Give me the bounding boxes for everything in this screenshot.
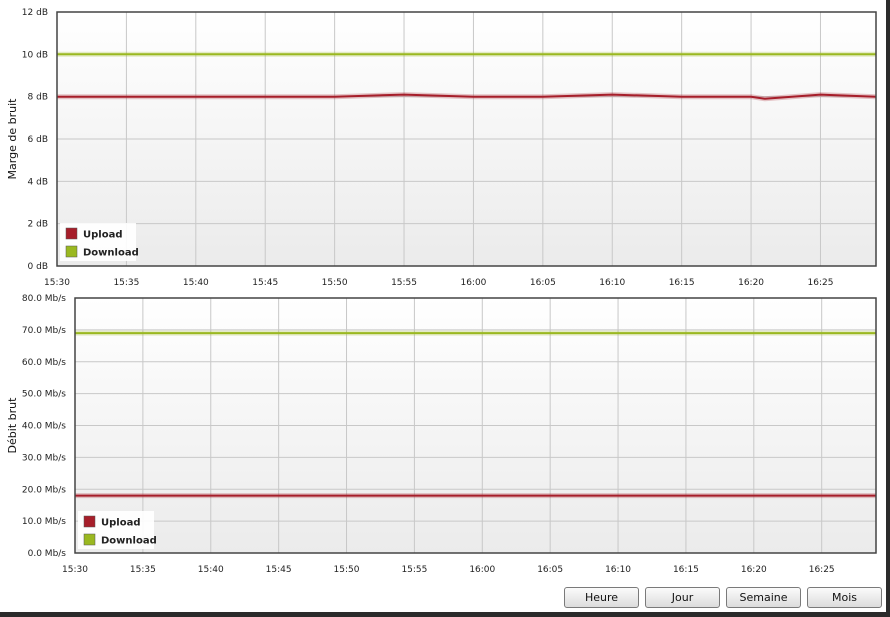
y-tick-label: 80.0 Mb/s (22, 294, 66, 304)
x-tick-label: 15:50 (322, 278, 348, 288)
x-tick-label: 16:15 (673, 565, 699, 575)
bitrate-chart: 0.0 Mb/s 10.0 Mb/s 20.0 Mb/s 30.0 Mb/s 40.0 … (6, 294, 877, 575)
y-tick-label: 40.0 Mb/s (22, 422, 66, 432)
x-tick-label: 16:15 (669, 278, 695, 288)
x-tick-label: 15:30 (44, 278, 70, 288)
x-tick-label: 16:10 (605, 565, 631, 575)
y-axis-label: Marge de bruit (6, 98, 19, 180)
x-tick-label: 16:05 (537, 565, 563, 575)
y-tick-label: 8 dB (28, 93, 48, 103)
y-tick-label: 10.0 Mb/s (22, 517, 66, 527)
y-axis-label: Débit brut (6, 397, 19, 454)
y-tick-label: 30.0 Mb/s (22, 453, 66, 463)
noise-margin-chart: 0 dB 2 dB 4 dB 6 dB 8 dB 10 dB 12 dB 15:30 15:35… (6, 8, 877, 288)
y-tick-label: 60.0 Mb/s (22, 358, 66, 368)
y-tick-label: 0 dB (28, 262, 48, 272)
hour-button[interactable]: Heure (564, 587, 639, 608)
x-tick-label: 15:30 (62, 565, 88, 575)
x-tick-label: 16:10 (599, 278, 625, 288)
x-tick-label: 16:20 (741, 565, 767, 575)
y-tick-label: 12 dB (22, 8, 48, 18)
y-tick-label: 6 dB (28, 135, 48, 145)
x-tick-label: 15:40 (198, 565, 224, 575)
x-tick-label: 16:20 (738, 278, 764, 288)
legend-label: Download (101, 536, 157, 547)
y-tick-label: 2 dB (28, 220, 48, 230)
x-tick-label: 15:45 (252, 278, 278, 288)
legend-label: Upload (83, 230, 122, 241)
x-tick-label: 15:35 (113, 278, 139, 288)
x-tick-label: 15:35 (130, 565, 156, 575)
y-tick-label: 50.0 Mb/s (22, 390, 66, 400)
y-tick-label: 0.0 Mb/s (28, 549, 67, 559)
x-tick-label: 16:25 (809, 565, 835, 575)
y-tick-label: 4 dB (28, 177, 48, 187)
x-tick-label: 15:45 (266, 565, 292, 575)
legend-swatch (65, 245, 78, 258)
y-tick-label: 10 dB (22, 50, 48, 60)
period-button-bar: Heure Jour Semaine Mois (0, 587, 890, 611)
day-button[interactable]: Jour (645, 587, 720, 608)
y-tick-label: 20.0 Mb/s (22, 485, 66, 495)
week-button[interactable]: Semaine (726, 587, 801, 608)
y-tick-label: 70.0 Mb/s (22, 326, 66, 336)
legend-swatch (83, 515, 96, 528)
x-tick-label: 15:55 (401, 565, 427, 575)
month-button[interactable]: Mois (807, 587, 882, 608)
x-tick-label: 15:55 (391, 278, 417, 288)
x-tick-label: 16:25 (808, 278, 834, 288)
legend-swatch (65, 227, 78, 240)
x-tick-label: 15:40 (183, 278, 209, 288)
x-tick-label: 16:00 (460, 278, 486, 288)
legend-label: Upload (101, 518, 140, 529)
legend-swatch (83, 533, 96, 546)
x-tick-label: 16:05 (530, 278, 556, 288)
x-tick-label: 15:50 (334, 565, 360, 575)
legend-label: Download (83, 248, 139, 259)
x-tick-label: 16:00 (469, 565, 495, 575)
